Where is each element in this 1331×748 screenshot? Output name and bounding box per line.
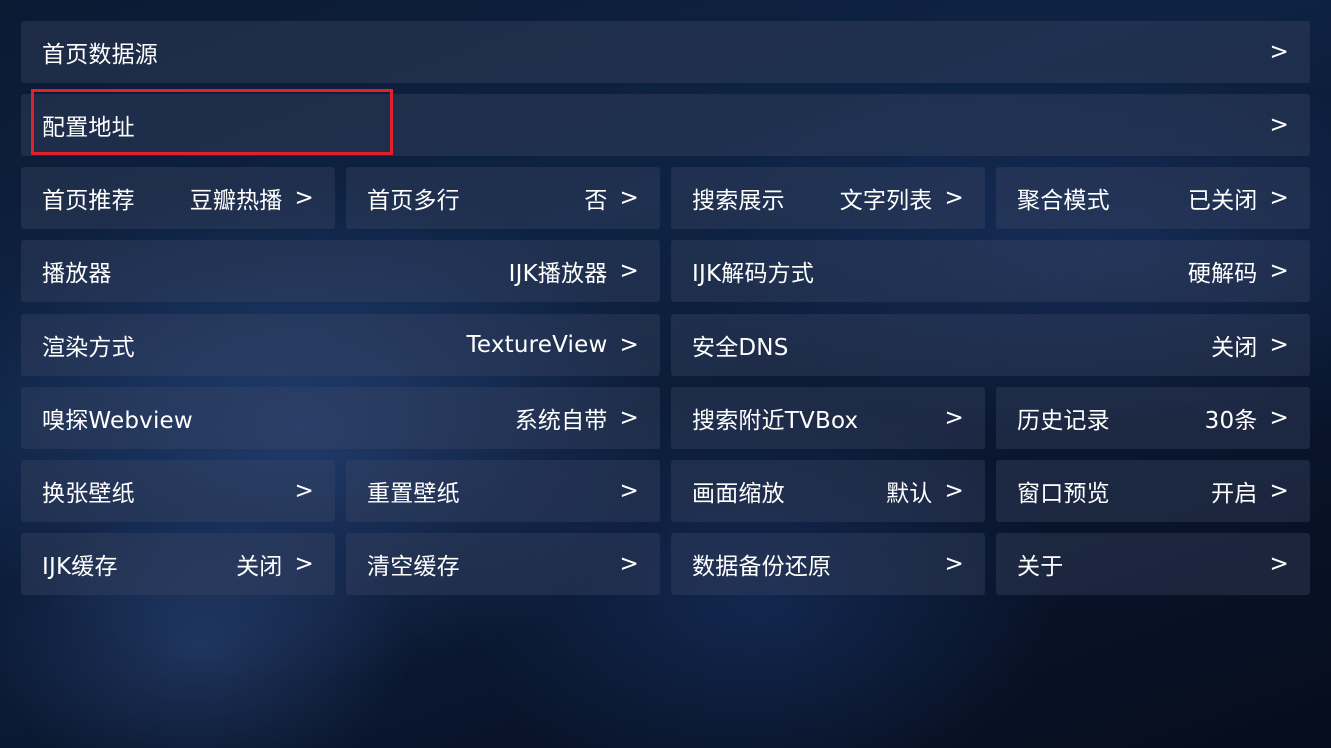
- setting-home-multirow[interactable]: 首页多行 否 >: [346, 167, 660, 229]
- chevron-right-icon: >: [619, 185, 639, 211]
- setting-value: 默认: [886, 481, 933, 507]
- setting-clear-cache[interactable]: 清空缓存 >: [346, 533, 660, 595]
- chevron-right-icon: >: [294, 478, 314, 504]
- setting-about[interactable]: 关于 >: [996, 533, 1310, 595]
- chevron-right-icon: >: [1269, 332, 1289, 358]
- setting-window-preview[interactable]: 窗口预览 开启 >: [996, 460, 1310, 522]
- setting-label: IJK缓存: [42, 554, 118, 580]
- setting-value: IJK播放器: [508, 261, 608, 287]
- setting-label: 画面缩放: [692, 481, 785, 507]
- chevron-right-icon: >: [619, 478, 639, 504]
- chevron-right-icon: >: [1269, 185, 1289, 211]
- setting-ijk-decode[interactable]: IJK解码方式 硬解码 >: [671, 240, 1310, 302]
- chevron-right-icon: >: [619, 258, 639, 284]
- chevron-right-icon: >: [1269, 478, 1289, 504]
- chevron-right-icon: >: [1269, 405, 1289, 431]
- setting-label: 窗口预览: [1017, 481, 1110, 507]
- setting-label: 重置壁纸: [367, 481, 460, 507]
- setting-secure-dns[interactable]: 安全DNS 关闭 >: [671, 314, 1310, 376]
- setting-label: 首页多行: [367, 188, 460, 214]
- setting-change-wallpaper[interactable]: 换张壁纸 >: [21, 460, 335, 522]
- setting-value: 关闭: [236, 554, 283, 580]
- chevron-right-icon: >: [1269, 258, 1289, 284]
- setting-value: 系统自带: [514, 408, 608, 434]
- chevron-right-icon: >: [944, 405, 964, 431]
- setting-sniff-webview[interactable]: 嗅探Webview 系统自带 >: [21, 387, 660, 449]
- setting-label: 搜索展示: [692, 188, 785, 214]
- chevron-right-icon: >: [944, 478, 964, 504]
- chevron-right-icon: >: [619, 551, 639, 577]
- setting-history[interactable]: 历史记录 30条 >: [996, 387, 1310, 449]
- setting-home-recommend[interactable]: 首页推荐 豆瓣热播 >: [21, 167, 335, 229]
- setting-label: 首页推荐: [42, 188, 135, 214]
- setting-label: 数据备份还原: [692, 554, 832, 580]
- setting-search-display[interactable]: 搜索展示 文字列表 >: [671, 167, 985, 229]
- setting-value: 开启: [1211, 481, 1258, 507]
- setting-label: 历史记录: [1017, 408, 1110, 434]
- chevron-right-icon: >: [1269, 39, 1289, 65]
- setting-value: 否: [584, 188, 608, 214]
- setting-label: IJK解码方式: [692, 261, 815, 287]
- setting-label: 渲染方式: [42, 335, 135, 361]
- setting-label: 安全DNS: [692, 335, 789, 361]
- setting-label: 换张壁纸: [42, 481, 135, 507]
- chevron-right-icon: >: [944, 185, 964, 211]
- setting-label: 聚合模式: [1017, 188, 1110, 214]
- chevron-right-icon: >: [619, 332, 639, 358]
- setting-label: 清空缓存: [367, 554, 460, 580]
- setting-search-nearby-tvbox[interactable]: 搜索附近TVBox >: [671, 387, 985, 449]
- chevron-right-icon: >: [294, 185, 314, 211]
- setting-render-mode[interactable]: 渲染方式 TextureView >: [21, 314, 660, 376]
- chevron-right-icon: >: [944, 551, 964, 577]
- setting-label: 关于: [1017, 554, 1064, 580]
- chevron-right-icon: >: [619, 405, 639, 431]
- chevron-right-icon: >: [294, 551, 314, 577]
- setting-home-source[interactable]: 首页数据源 >: [21, 21, 1310, 83]
- setting-label: 播放器: [42, 261, 112, 287]
- setting-player[interactable]: 播放器 IJK播放器 >: [21, 240, 660, 302]
- setting-config-address[interactable]: 配置地址 >: [21, 94, 1310, 156]
- setting-label: 搜索附近TVBox: [692, 408, 859, 434]
- setting-value: 关闭: [1211, 335, 1258, 361]
- setting-value: TextureView: [466, 332, 608, 358]
- setting-ijk-cache[interactable]: IJK缓存 关闭 >: [21, 533, 335, 595]
- setting-value: 硬解码: [1187, 261, 1258, 287]
- chevron-right-icon: >: [1269, 551, 1289, 577]
- setting-value: 文字列表: [839, 188, 933, 214]
- setting-value: 30条: [1204, 408, 1258, 434]
- setting-label: 首页数据源: [42, 42, 158, 68]
- setting-reset-wallpaper[interactable]: 重置壁纸 >: [346, 460, 660, 522]
- setting-value: 已关闭: [1187, 188, 1258, 214]
- setting-value: 豆瓣热播: [189, 188, 283, 214]
- setting-backup-restore[interactable]: 数据备份还原 >: [671, 533, 985, 595]
- setting-label: 嗅探Webview: [42, 408, 193, 434]
- setting-label: 配置地址: [42, 115, 135, 141]
- setting-screen-scale[interactable]: 画面缩放 默认 >: [671, 460, 985, 522]
- setting-aggregate-mode[interactable]: 聚合模式 已关闭 >: [996, 167, 1310, 229]
- chevron-right-icon: >: [1269, 112, 1289, 138]
